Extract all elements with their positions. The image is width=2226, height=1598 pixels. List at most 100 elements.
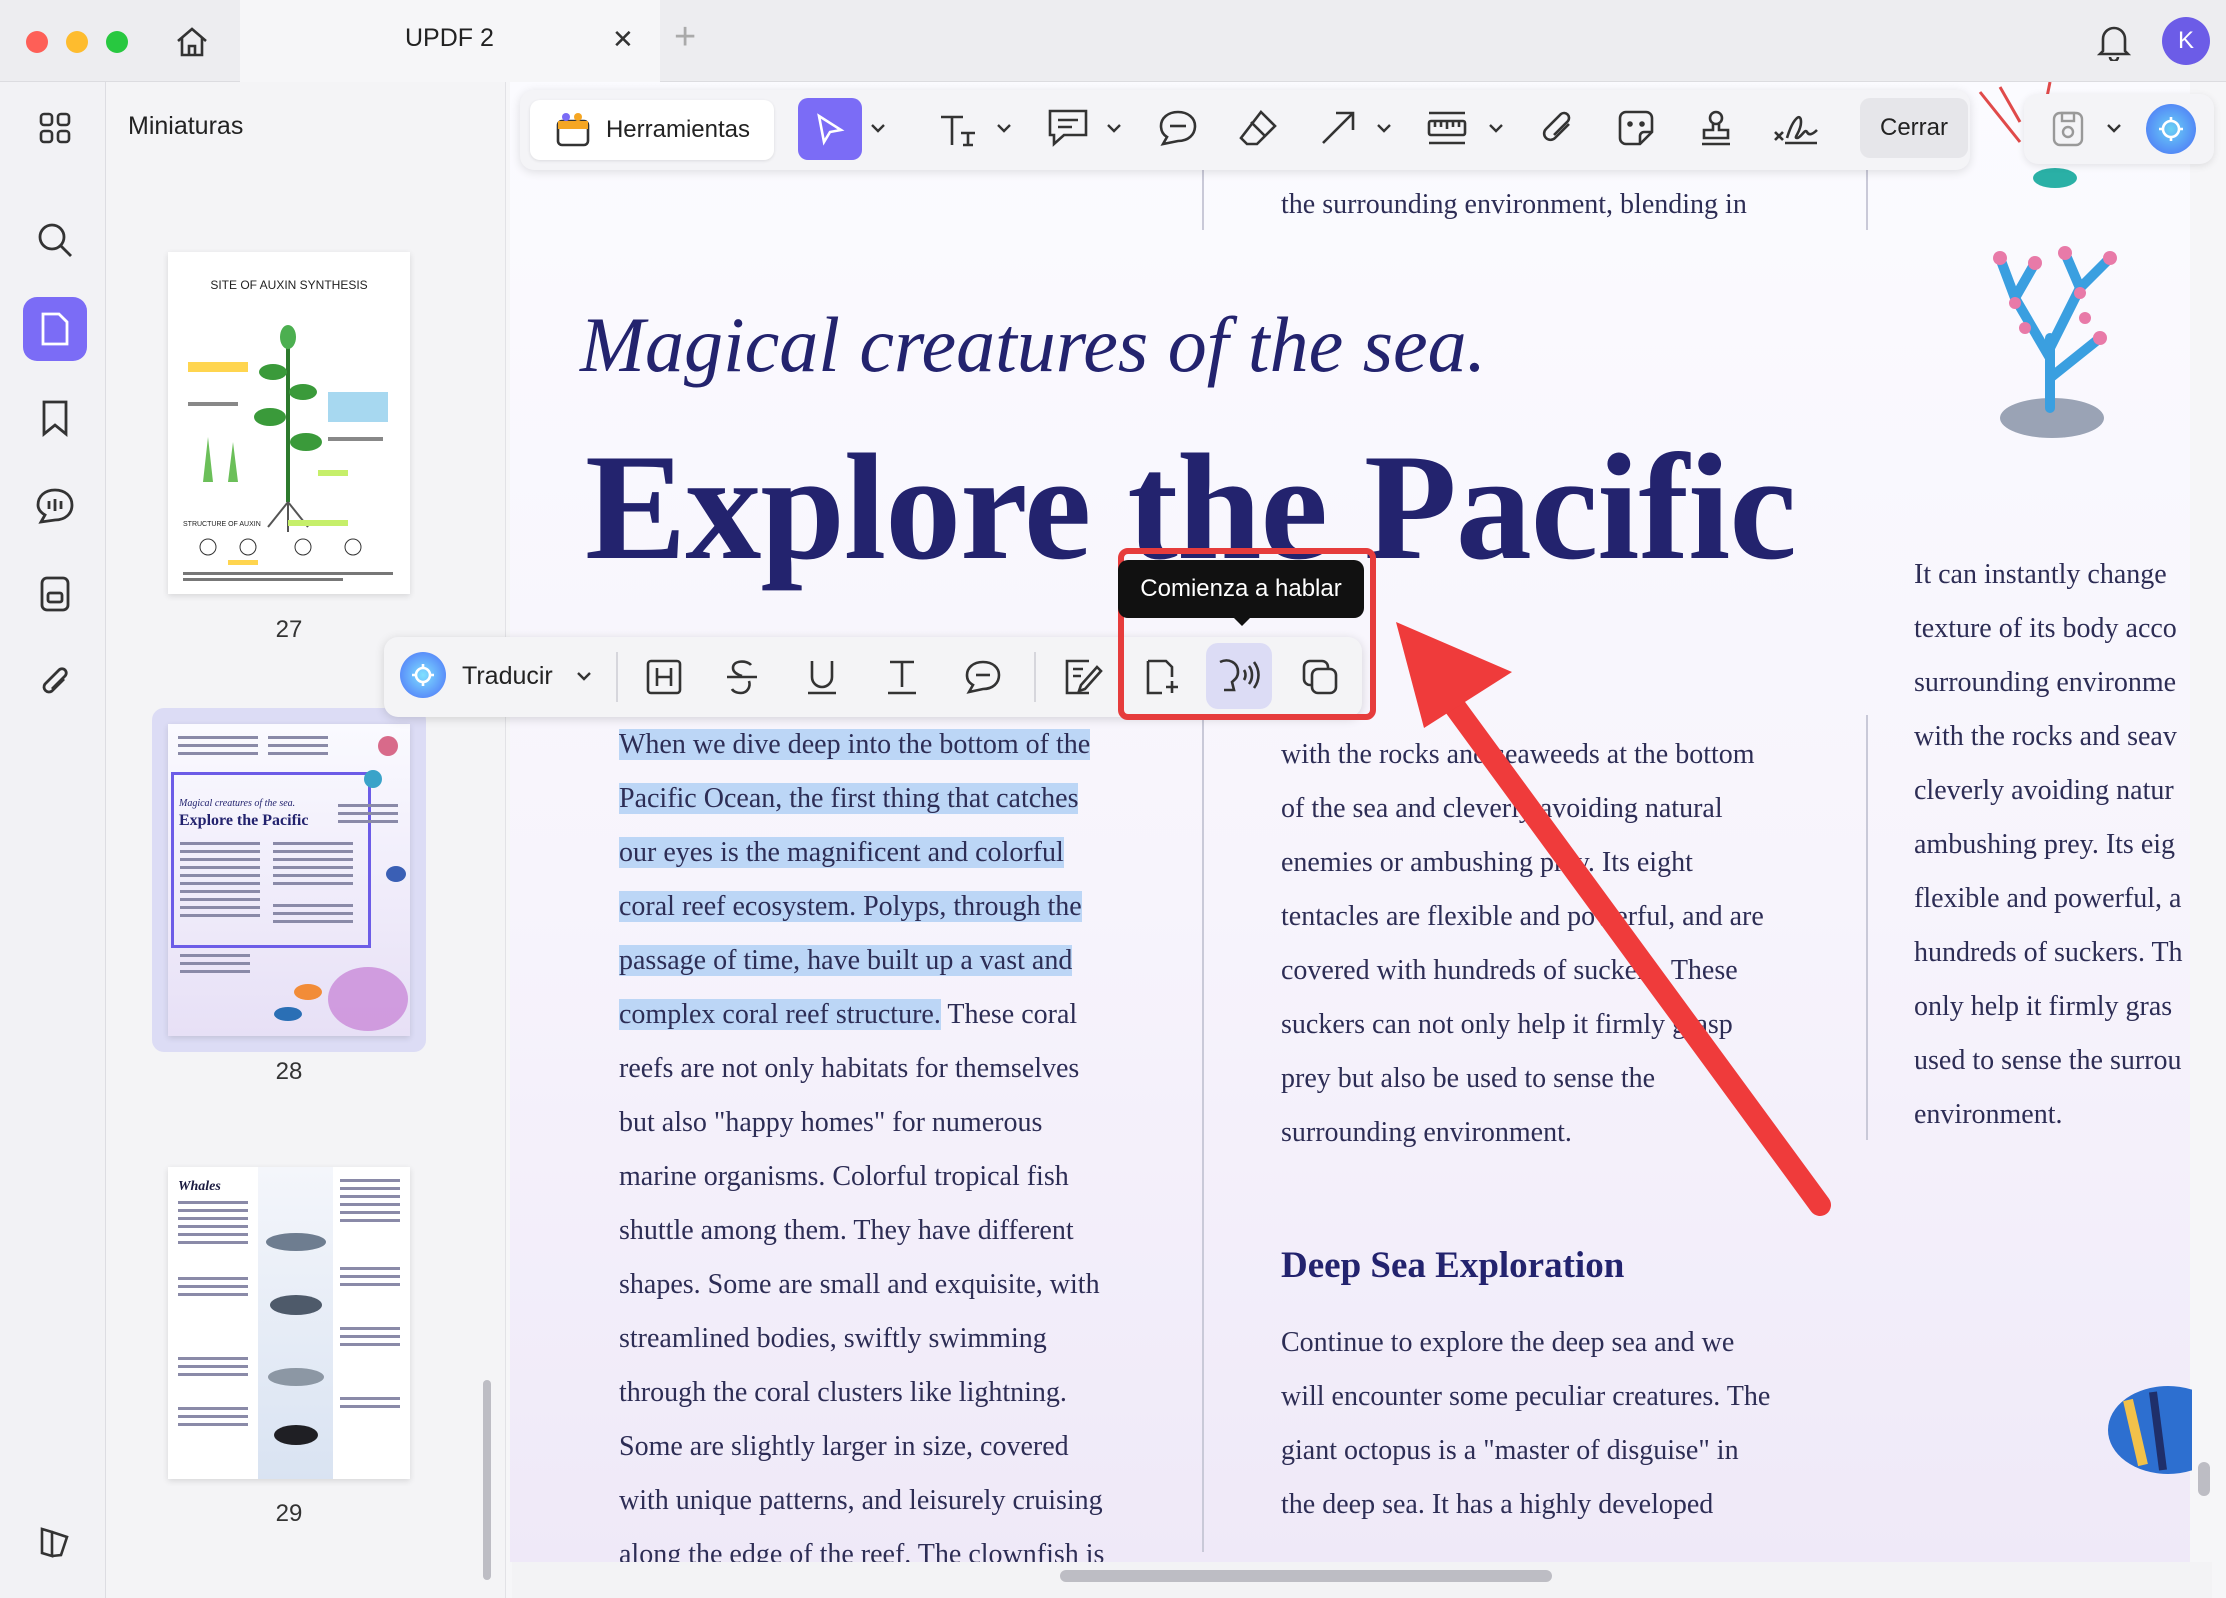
column-divider	[1866, 168, 1868, 230]
signature-icon[interactable]	[1766, 100, 1826, 156]
body-text-line: only help it firmly gras	[1914, 991, 2173, 1022]
coral-icon	[1993, 246, 2117, 438]
close-tab-button[interactable]: ✕	[612, 24, 634, 55]
measure-icon[interactable]	[1418, 100, 1476, 156]
new-tab-button[interactable]: +	[674, 16, 696, 59]
translate-button[interactable]: Traducir	[462, 662, 553, 691]
column-3: It can instantly change texture of its b…	[1914, 548, 2192, 1142]
highlighted-line[interactable]: complex coral reef structure. These cora…	[619, 988, 1104, 1042]
vertical-scrollbar[interactable]	[2198, 1462, 2210, 1496]
ai-translate-icon[interactable]	[400, 652, 446, 698]
column-2-paragraph: Continue to explore the deep sea and we …	[1281, 1316, 1770, 1532]
attachment-icon[interactable]	[23, 650, 87, 714]
page-number-28: 28	[275, 1058, 303, 1085]
column-divider	[1866, 715, 1868, 1140]
home-icon[interactable]	[168, 20, 216, 64]
thumbnail-page-29[interactable]: Whales	[168, 1167, 410, 1479]
layers-icon[interactable]	[23, 1510, 87, 1574]
tools-button[interactable]: Herramientas	[530, 100, 774, 160]
title-bar: UPDF 2 ✕ + K	[0, 0, 2226, 82]
bookmark-icon[interactable]	[23, 386, 87, 450]
ai-chat-icon[interactable]	[23, 474, 87, 538]
body-text-line: marine organisms. Colorful tropical fish	[619, 1161, 1069, 1192]
body-text-line: Continue to explore the deep sea and we	[1281, 1327, 1735, 1358]
body-text-line: with the rocks and seav	[1914, 721, 2177, 752]
section-heading: Deep Sea Exploration	[1281, 1245, 1625, 1286]
strikethrough-icon[interactable]	[716, 650, 768, 704]
body-text-line: shapes. Some are small and exquisite, wi…	[619, 1269, 1100, 1300]
body-text-line: hundreds of suckers. Th	[1914, 937, 2183, 968]
search-icon[interactable]	[23, 208, 87, 272]
zoom-window-button[interactable]	[106, 31, 128, 53]
tooltip: Comienza a hablar	[1118, 560, 1364, 618]
document-icon[interactable]	[23, 562, 87, 626]
thumbnail-page-27[interactable]: SITE OF AUXIN SYNTHESIS STRUCTURE OF AUX…	[168, 252, 410, 594]
toolbar-divider	[616, 652, 618, 702]
attachment-tool-icon[interactable]	[1530, 100, 1586, 156]
chevron-down-icon[interactable]	[1484, 112, 1508, 144]
sticker-icon[interactable]	[1608, 100, 1664, 156]
highlighted-line[interactable]: passage of time, have built up a vast an…	[619, 934, 1104, 988]
edit-note-icon[interactable]	[1054, 650, 1110, 704]
grid-icon[interactable]	[23, 96, 87, 160]
plant-diagram-icon: STRUCTURE OF AUXIN	[183, 325, 393, 581]
thumbnail-content-lines	[178, 736, 408, 1031]
annotation-arrow	[1396, 622, 1831, 1216]
arrow-tool-icon[interactable]	[1310, 100, 1366, 156]
column-divider	[1202, 168, 1204, 230]
body-text-line: environment.	[1914, 1099, 2063, 1130]
bell-icon[interactable]	[2090, 18, 2138, 66]
thumb-subtitle: STRUCTURE OF AUXIN	[183, 521, 261, 528]
select-tool-button[interactable]	[798, 98, 862, 160]
chevron-down-icon[interactable]	[2102, 112, 2126, 144]
chevron-down-icon[interactable]	[572, 660, 596, 692]
body-text-line: ambushing prey. Its eig	[1914, 829, 2176, 860]
eraser-icon[interactable]	[1230, 100, 1286, 156]
highlighted-line[interactable]: Pacific Ocean, the first thing that catc…	[619, 772, 1104, 826]
body-text-line: Some are slightly larger in size, covere…	[619, 1431, 1069, 1462]
highlighted-line[interactable]: coral reef ecosystem. Polyps, through th…	[619, 880, 1104, 934]
body-text-line: flexible and powerful, a	[1914, 883, 2182, 914]
horizontal-scrollbar[interactable]	[1060, 1570, 1552, 1582]
save-icon[interactable]	[2044, 104, 2092, 154]
column-1: When we dive deep into the bottom of the…	[619, 718, 1104, 1582]
page-subtitle: Magical creatures of the sea.	[580, 301, 1487, 388]
ai-assistant-icon[interactable]	[2146, 104, 2196, 154]
close-window-button[interactable]	[26, 31, 48, 53]
text-tool-icon[interactable]	[932, 104, 984, 156]
chevron-down-icon[interactable]	[992, 112, 1016, 144]
chevron-down-icon[interactable]	[1102, 112, 1126, 144]
body-text-line: streamlined bodies, swiftly swimming	[619, 1323, 1047, 1354]
tools-label: Herramientas	[605, 116, 751, 143]
close-button[interactable]: Cerrar	[1860, 98, 1968, 158]
comment-icon[interactable]	[1150, 100, 1206, 156]
avatar[interactable]: K	[2162, 17, 2210, 65]
highlighted-line[interactable]: When we dive deep into the bottom of the	[619, 718, 1104, 772]
text-format-icon[interactable]	[876, 650, 928, 704]
app-window: UPDF 2 ✕ + K Miniaturas SITE OF AUXIN SY…	[0, 0, 2226, 1598]
fish-icon	[2108, 1386, 2192, 1474]
underline-icon[interactable]	[796, 650, 848, 704]
stamp-icon[interactable]	[1688, 100, 1744, 156]
body-text-line: used to sense the surrou	[1914, 1045, 2182, 1076]
highlighted-line[interactable]: our eyes is the magnificent and colorful	[619, 826, 1104, 880]
panel-scrollbar[interactable]	[483, 1380, 491, 1580]
column-divider	[1202, 712, 1204, 1552]
thumbnail-page-28[interactable]: Magical creatures of the sea. Explore th…	[168, 724, 410, 1036]
add-comment-icon[interactable]	[956, 650, 1010, 704]
body-text-line: through the coral clusters like lightnin…	[619, 1377, 1067, 1408]
body-text-line: will encounter some peculiar creatures. …	[1281, 1381, 1771, 1412]
comment-list-icon[interactable]	[1040, 100, 1096, 156]
chevron-down-icon[interactable]	[1372, 112, 1396, 144]
thumbnails-icon[interactable]	[23, 297, 87, 361]
body-text-line: giant octopus is a "master of disguise" …	[1281, 1435, 1739, 1466]
chevron-down-icon[interactable]	[866, 112, 890, 144]
minimize-window-button[interactable]	[66, 31, 88, 53]
tooltip-pointer	[1232, 616, 1252, 626]
body-text-line: but also "happy homes" for numerous	[619, 1107, 1043, 1138]
body-text-line: cleverly avoiding natur	[1914, 775, 2174, 806]
page-number-27: 27	[275, 616, 303, 643]
body-text-line: reefs are not only habitats for themselv…	[619, 1053, 1080, 1084]
highlight-icon[interactable]	[638, 650, 690, 704]
body-text-line: texture of its body acco	[1914, 613, 2177, 644]
